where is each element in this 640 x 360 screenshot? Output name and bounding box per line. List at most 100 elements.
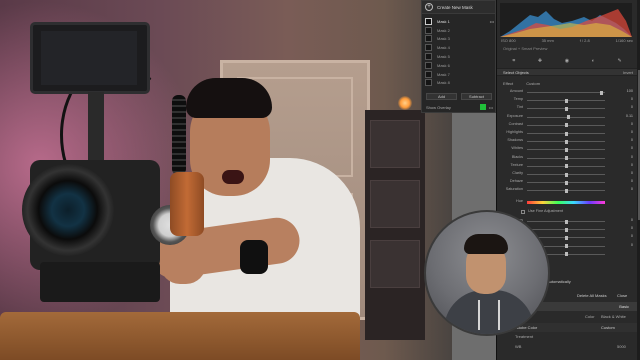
mask-item-6[interactable]: Mask 6 xyxy=(425,61,494,70)
slider-track[interactable] xyxy=(527,227,605,232)
slider-row: Whites 0 xyxy=(497,146,637,154)
close-button[interactable]: Close xyxy=(617,293,627,298)
shutter-speed: 1/160 sec xyxy=(615,38,633,43)
slider-thumb[interactable] xyxy=(564,180,568,185)
mask-item-1[interactable]: Mask 1 ••• xyxy=(425,17,494,26)
slider-value[interactable]: 0 xyxy=(631,234,633,238)
slider-thumb[interactable] xyxy=(564,156,568,161)
mask-item-2[interactable]: Mask 2 xyxy=(425,26,494,35)
slider-row: Temp 0 xyxy=(497,97,637,105)
slider-track[interactable] xyxy=(527,180,605,185)
slider-track[interactable] xyxy=(527,156,605,161)
profile-custom[interactable]: Custom xyxy=(601,325,615,330)
temp-value: 5000 xyxy=(617,344,626,349)
mask-item-4[interactable]: Mask 4 xyxy=(425,43,494,52)
slider-thumb[interactable] xyxy=(564,98,568,103)
slider-thumb[interactable] xyxy=(599,90,603,95)
slider-thumb[interactable] xyxy=(564,147,568,152)
slider-label: Whites xyxy=(511,146,523,151)
slider-track[interactable] xyxy=(527,139,605,144)
redeye-icon[interactable]: ◉ xyxy=(565,58,569,64)
effect-preset[interactable]: Custom xyxy=(526,81,540,86)
slider-value[interactable]: 0 xyxy=(631,226,633,230)
hue-slider[interactable] xyxy=(527,201,605,204)
slider-track[interactable] xyxy=(527,164,605,169)
slider-thumb[interactable] xyxy=(564,227,568,232)
fine-adjustment-checkbox[interactable] xyxy=(521,210,525,214)
mask-icon[interactable]: ◐ xyxy=(592,58,595,64)
slider-value[interactable]: 0 xyxy=(631,130,633,134)
slider-track[interactable] xyxy=(527,98,605,103)
basic-label: Basic xyxy=(619,304,629,309)
color-option[interactable]: Color xyxy=(585,314,595,319)
slider-thumb[interactable] xyxy=(564,123,568,128)
slider-track[interactable] xyxy=(527,188,605,193)
plus-icon[interactable]: + xyxy=(425,3,433,11)
slider-value[interactable]: 0.11 xyxy=(626,114,633,118)
slider-label: Tint xyxy=(516,105,523,110)
slider-track[interactable] xyxy=(527,172,605,177)
delete-all-masks-button[interactable]: Delete All Masks xyxy=(577,293,607,298)
slider-label: Temp xyxy=(513,97,523,102)
slider-value[interactable]: 0 xyxy=(631,105,633,109)
subtract-mask-button[interactable]: Subtract xyxy=(461,93,492,100)
slider-track[interactable] xyxy=(527,219,605,224)
create-new-mask-header[interactable]: + Create New Mask xyxy=(422,1,495,14)
slider-thumb[interactable] xyxy=(564,252,568,257)
bw-option[interactable]: Black & White xyxy=(601,314,626,319)
add-mask-button[interactable]: Add xyxy=(426,93,457,100)
slider-value[interactable]: 0 xyxy=(631,138,633,142)
slider-thumb[interactable] xyxy=(566,115,570,120)
mask-buttons: Add Subtract xyxy=(426,93,492,100)
slider-track[interactable] xyxy=(527,90,605,95)
mask-item-5[interactable]: Mask 5 xyxy=(425,52,494,61)
effect-label: Effect xyxy=(503,81,514,86)
slider-value[interactable]: 0 xyxy=(631,171,633,175)
monitor-screen xyxy=(41,31,137,85)
slider-value[interactable]: 0 xyxy=(631,218,633,222)
camera-monitor xyxy=(30,22,150,94)
slider-thumb[interactable] xyxy=(564,172,568,177)
more-icon[interactable]: ••• xyxy=(490,19,494,24)
slider-track[interactable] xyxy=(527,131,605,136)
overlay-color-swatch[interactable] xyxy=(479,104,486,110)
slider-thumb[interactable] xyxy=(564,235,568,240)
slider-thumb[interactable] xyxy=(564,164,568,169)
aperture: f / 2.8 xyxy=(579,38,590,43)
slider-value[interactable]: 0 xyxy=(631,179,633,183)
histogram-info: ISO 800 35 mm f / 2.8 1/160 sec xyxy=(501,38,633,43)
slider-value[interactable]: 0 xyxy=(631,187,633,191)
slider-value[interactable]: 0 xyxy=(631,97,633,101)
slider-thumb[interactable] xyxy=(564,131,568,136)
slider-thumb[interactable] xyxy=(564,244,568,249)
slider-row: Tint 0 xyxy=(497,105,637,113)
invert-toggle[interactable]: Invert xyxy=(623,70,633,75)
slider-thumb[interactable] xyxy=(564,106,568,111)
crop-icon[interactable]: ⌗ xyxy=(512,58,515,64)
slider-value[interactable]: 0 xyxy=(631,122,633,126)
slider-value[interactable]: 0 xyxy=(631,243,633,247)
select-objects-header[interactable]: Select Objects Invert xyxy=(497,68,637,76)
mask-thumbnail xyxy=(425,53,432,61)
slider-track[interactable] xyxy=(527,123,605,128)
brush-icon[interactable]: ✎ xyxy=(617,58,621,64)
slider-value[interactable]: 100 xyxy=(627,89,633,93)
mask-thumbnail xyxy=(425,79,432,87)
slider-label: Clarity xyxy=(512,171,523,175)
slider-value[interactable]: 0 xyxy=(631,163,633,167)
mask-item-3[interactable]: Mask 3 xyxy=(425,35,494,44)
slider-track[interactable] xyxy=(527,147,605,152)
slider-thumb[interactable] xyxy=(564,139,568,144)
slider-value[interactable]: 0 xyxy=(631,155,633,159)
slider-track[interactable] xyxy=(527,106,605,111)
heal-icon[interactable]: ✚ xyxy=(538,58,542,64)
more-icon[interactable]: ••• xyxy=(489,105,493,110)
slider-thumb[interactable] xyxy=(564,219,568,224)
slider-track[interactable] xyxy=(527,115,605,120)
histogram xyxy=(500,3,632,37)
coiled-cable xyxy=(172,95,186,175)
mask-item-7[interactable]: Mask 7 xyxy=(425,70,494,79)
slider-value[interactable]: 0 xyxy=(631,146,633,150)
slider-thumb[interactable] xyxy=(564,188,568,193)
mask-item-8[interactable]: Mask 8 xyxy=(425,79,494,88)
